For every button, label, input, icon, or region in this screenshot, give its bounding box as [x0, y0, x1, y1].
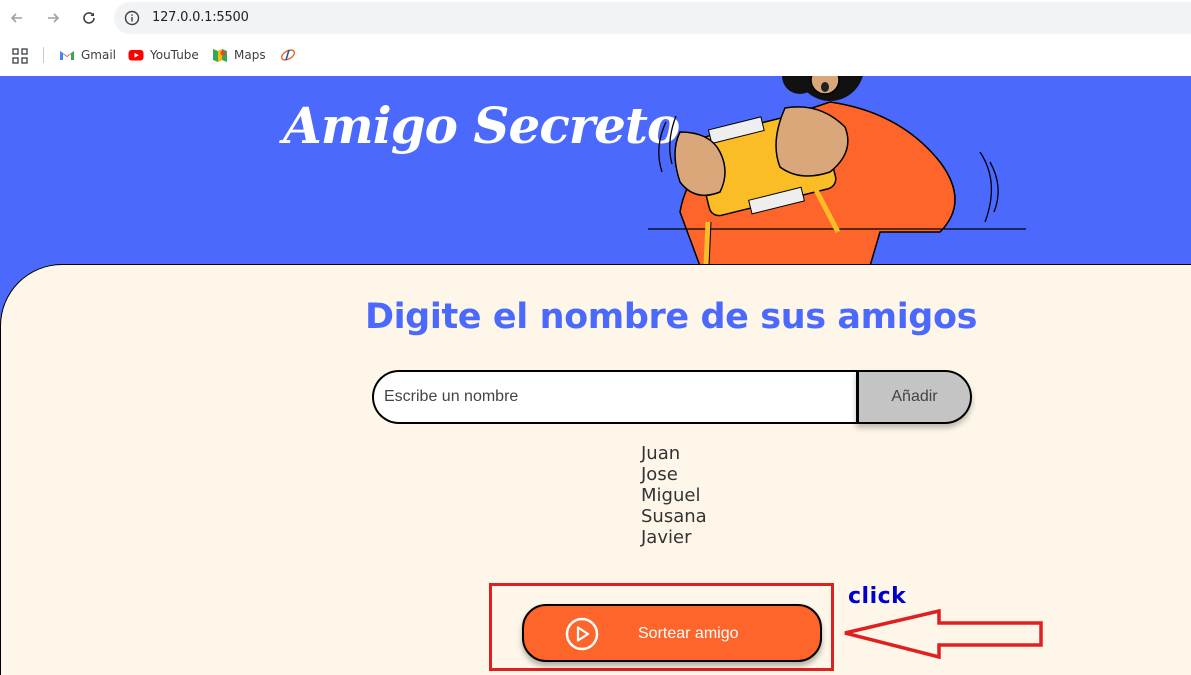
- section-heading: Digite el nombre de sus amigos: [364, 297, 978, 337]
- bookmark-gmail[interactable]: Gmail: [59, 46, 116, 64]
- address-bar[interactable]: 127.0.0.1:5500: [114, 2, 1191, 34]
- back-button[interactable]: [5, 6, 29, 30]
- bookmark-separator: [43, 47, 44, 63]
- list-item: Javier: [641, 527, 692, 548]
- youtube-icon: [128, 50, 144, 61]
- bookmark-label: YouTube: [150, 48, 199, 62]
- site-favicon-icon: [280, 49, 296, 61]
- bookmarks-bar: Gmail YouTube Maps: [0, 40, 1191, 70]
- list-item: Miguel: [641, 485, 701, 506]
- gmail-icon: [60, 51, 74, 60]
- browser-toolbar: 127.0.0.1:5500: [0, 0, 1191, 36]
- reload-icon: [83, 12, 95, 24]
- bookmark-label: Maps: [234, 48, 266, 62]
- main-panel: Digite el nombre de sus amigos Añadir Ju…: [0, 264, 1191, 675]
- arrow-left-icon: [10, 13, 22, 23]
- draw-button-label: Sortear amigo: [638, 625, 739, 642]
- url-text: 127.0.0.1:5500: [152, 10, 249, 25]
- gamer-illustration-icon: [648, 76, 1026, 266]
- list-item: Jose: [641, 464, 678, 485]
- bookmark-youtube[interactable]: YouTube: [128, 46, 199, 64]
- arrow-right-icon: [48, 13, 60, 23]
- reload-button[interactable]: [77, 6, 101, 30]
- draw-friend-button[interactable]: Sortear amigo: [522, 604, 822, 662]
- bookmark-label: Gmail: [81, 48, 117, 62]
- friend-name-input[interactable]: [372, 370, 862, 424]
- friend-list: Juan Jose Miguel Susana Javier: [641, 443, 707, 548]
- bookmark-site[interactable]: [280, 46, 296, 64]
- bookmark-maps[interactable]: Maps: [212, 46, 266, 64]
- app-title: Amigo Secreto: [283, 96, 680, 155]
- friend-input-group: Añadir: [372, 370, 972, 424]
- info-icon[interactable]: [124, 10, 140, 26]
- add-button[interactable]: Añadir: [856, 370, 972, 424]
- list-item: Juan: [641, 443, 681, 464]
- annotation-arrow-icon: [844, 609, 1043, 659]
- maps-icon: [213, 49, 227, 62]
- annotation-click-label: click: [848, 584, 907, 609]
- forward-button[interactable]: [41, 6, 65, 30]
- play-icon: [565, 617, 599, 651]
- apps-grid-icon[interactable]: [12, 48, 28, 64]
- list-item: Susana: [641, 506, 707, 527]
- app-page: Amigo Secreto Digite el nombre de sus am…: [0, 76, 1191, 675]
